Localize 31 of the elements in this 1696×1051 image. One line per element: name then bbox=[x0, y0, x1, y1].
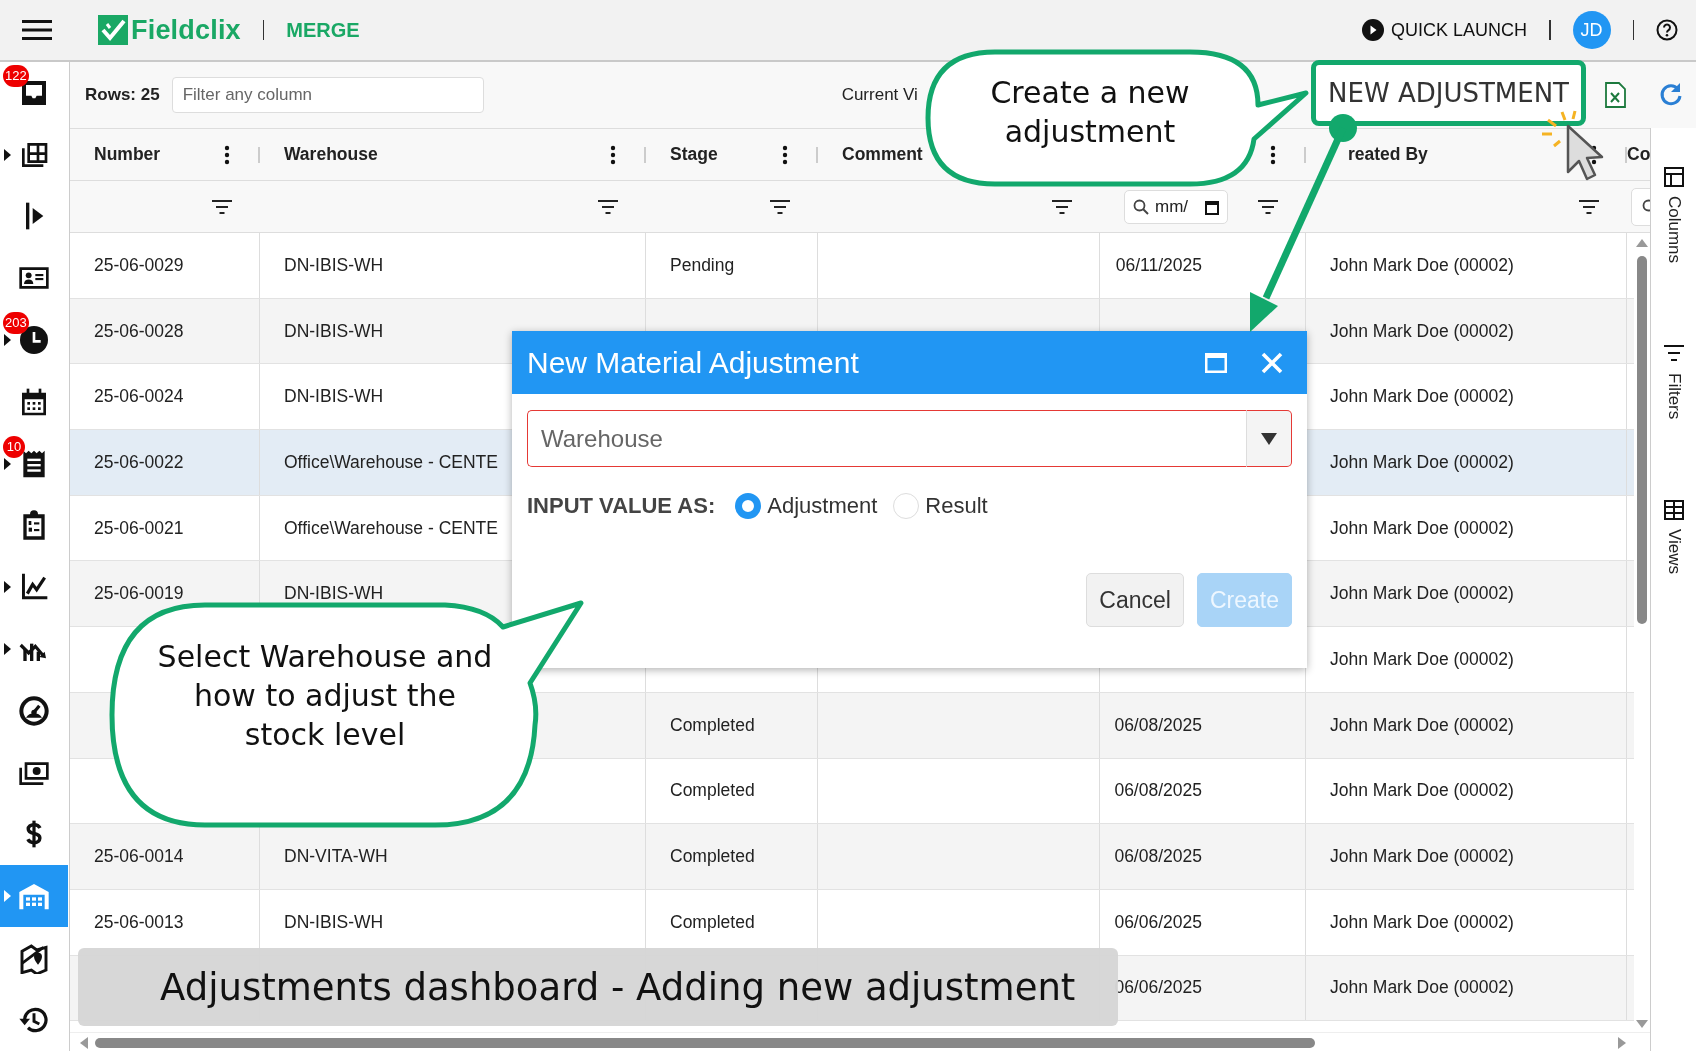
table-cell: 25-06-0024 bbox=[70, 364, 260, 430]
column-title: Warehouse bbox=[284, 144, 378, 165]
column-title: Comment bbox=[842, 144, 923, 165]
current-view-label: Current Vi bbox=[841, 85, 918, 105]
table-cell: John Mark Doe (00002) bbox=[1306, 692, 1627, 758]
column-title: Co bbox=[1627, 144, 1650, 165]
app-name: Fieldclix bbox=[131, 14, 241, 46]
table-cell: Completed bbox=[646, 824, 818, 889]
column-title: reated By bbox=[1348, 144, 1428, 165]
table-cell: DN-IBIS-WH bbox=[260, 233, 646, 298]
column-title: Number bbox=[94, 144, 161, 165]
table-cell: John Mark Doe (00002) bbox=[1306, 955, 1627, 1021]
table-cell: 25-06-0022 bbox=[70, 430, 260, 495]
table-cell: John Mark Doe (00002) bbox=[1306, 758, 1627, 824]
table-cell: John Mark Doe (00002) bbox=[1306, 824, 1627, 889]
table-cell: John Mark Doe (00002) bbox=[1306, 889, 1627, 955]
table-cell: Pending bbox=[646, 233, 818, 298]
table-cell: 06/08/2025 bbox=[1100, 824, 1306, 889]
caption-toast: Adjustments dashboard - Adding new adjustment bbox=[78, 948, 1118, 1026]
callout-text: Create a new adjustment bbox=[989, 74, 1191, 151]
table-cell: John Mark Doe (00002) bbox=[1306, 233, 1627, 298]
table-cell: 06/08/2025 bbox=[1100, 692, 1306, 758]
table-cell: 25-06-0029 bbox=[70, 233, 260, 298]
table-cell: 06/08/2025 bbox=[1100, 758, 1306, 824]
table-cell: 25-06-0028 bbox=[70, 298, 260, 364]
table-cell: 25-06-0021 bbox=[70, 495, 260, 561]
column-title: Stage bbox=[670, 144, 718, 165]
row-count: Rows: 25 bbox=[85, 85, 160, 105]
table-cell: Completed bbox=[646, 758, 818, 824]
module-name: MERGE bbox=[286, 18, 360, 42]
table-cell: Completed bbox=[646, 692, 818, 758]
